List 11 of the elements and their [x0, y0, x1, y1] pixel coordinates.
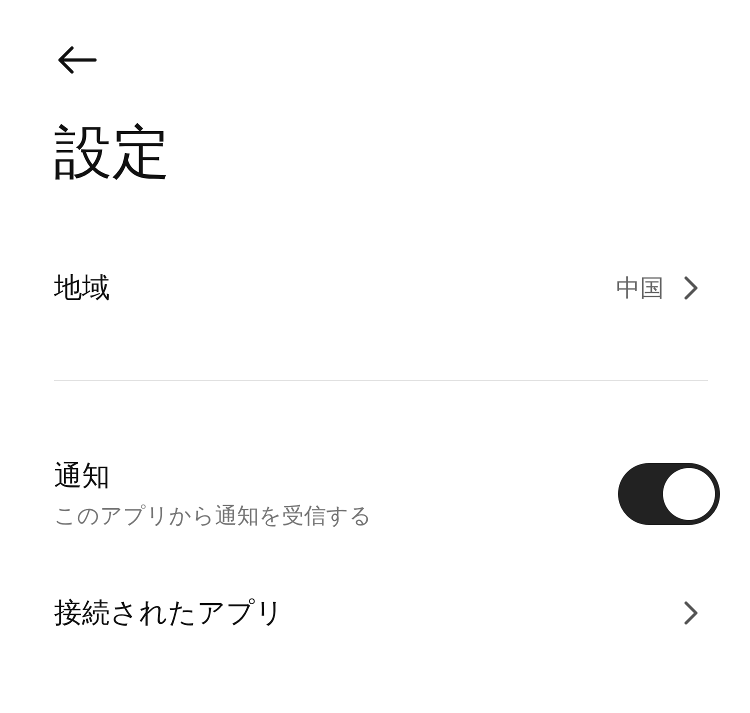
settings-row[interactable]: 地域 中国: [54, 248, 708, 328]
chevron-right-icon: [684, 600, 698, 625]
back-arrow-icon: [57, 46, 97, 74]
row-label: 通知: [54, 458, 111, 494]
row-label: 地域: [54, 270, 111, 306]
row-subtitle: このアプリから通知を受信する: [54, 502, 372, 531]
row-value: 中国: [616, 272, 664, 304]
page-title: 設定: [54, 118, 171, 188]
settings-row[interactable]: 接続されたアプリ: [54, 572, 708, 653]
chevron-right-icon: [684, 276, 698, 300]
row-label: 接続されたアプリ: [54, 594, 285, 631]
